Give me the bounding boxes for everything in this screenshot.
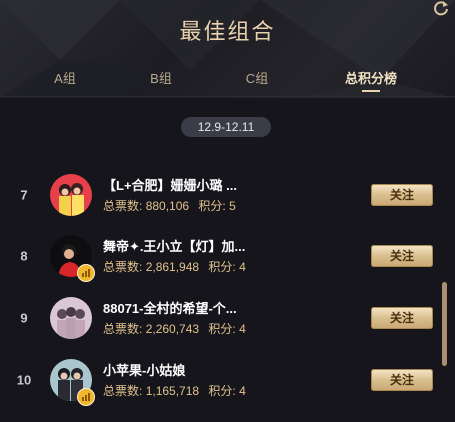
points-label: 积分:	[208, 322, 236, 336]
points-value: 5	[229, 199, 236, 213]
follow-button[interactable]: 关注	[371, 307, 433, 329]
user-name[interactable]: 88071-全村的希望-个...	[103, 298, 273, 317]
user-name[interactable]: 小苹果-小姑娘	[103, 360, 273, 379]
user-name[interactable]: 舞帝✦.王小立【灯】加...	[103, 236, 273, 255]
active-tab-indicator	[362, 90, 380, 92]
votes-label: 总票数:	[103, 199, 143, 213]
votes-label: 总票数:	[103, 322, 143, 336]
votes-value: 1,165,718	[145, 384, 200, 398]
avatar[interactable]	[50, 174, 92, 216]
header: 最佳组合 A组 B组 C组 总积分榜	[0, 0, 455, 98]
leaderboard-row: 8 舞帝✦.王小立【灯】加... 总票数: 2,861,948 积分: 4 关注	[0, 226, 445, 286]
votes-label: 总票数:	[103, 260, 143, 274]
points-value: 4	[239, 322, 246, 336]
tab-group-a[interactable]: A组	[54, 68, 76, 87]
votes-label: 总票数:	[103, 384, 143, 398]
points-label: 积分:	[208, 384, 236, 398]
follow-button[interactable]: 关注	[371, 184, 433, 206]
level-badge-icon	[77, 388, 95, 406]
user-stats: 总票数: 2,260,743 积分: 4	[103, 320, 246, 337]
scrollbar-thumb[interactable]	[442, 282, 447, 366]
tab-group-c[interactable]: C组	[246, 68, 268, 87]
rank-number: 10	[16, 372, 32, 388]
rank-number: 8	[20, 248, 28, 264]
leaderboard-row: 7 【L+合肥】姗姗小璐 ... 总票数: 880,106 积分: 5 关注	[0, 165, 445, 225]
user-stats: 总票数: 880,106 积分: 5	[103, 197, 236, 214]
leaderboard-row: 9 88071-全村的希望-个... 总票数: 2,260,743 积分: 4 …	[0, 288, 445, 348]
tab-bar: A组 B组 C组 总积分榜	[0, 64, 455, 94]
refresh-icon[interactable]	[433, 0, 449, 16]
points-label: 积分:	[198, 199, 226, 213]
votes-value: 2,861,948	[145, 260, 200, 274]
votes-value: 2,260,743	[145, 322, 200, 336]
leaderboard-row: 10 小苹果-小姑娘 总票数: 1,165,718 积分: 4 关注	[0, 350, 445, 410]
votes-value: 880,106	[145, 199, 190, 213]
page-title: 最佳组合	[179, 19, 276, 44]
header-divider	[0, 96, 455, 97]
tab-total-points[interactable]: 总积分榜	[345, 68, 397, 87]
tab-group-b[interactable]: B组	[150, 68, 172, 87]
follow-button[interactable]: 关注	[371, 245, 433, 267]
user-stats: 总票数: 2,861,948 积分: 4	[103, 258, 246, 275]
avatar-image	[50, 297, 92, 339]
points-value: 4	[239, 384, 246, 398]
date-range-badge: 12.9-12.11	[181, 117, 271, 137]
rank-number: 7	[20, 187, 28, 203]
user-name[interactable]: 【L+合肥】姗姗小璐 ...	[103, 175, 273, 194]
rank-number: 9	[20, 310, 28, 326]
level-badge-icon	[77, 264, 95, 282]
avatar[interactable]	[50, 297, 92, 339]
user-stats: 总票数: 1,165,718 积分: 4	[103, 382, 246, 399]
avatar-image	[50, 174, 92, 216]
follow-button[interactable]: 关注	[371, 369, 433, 391]
points-value: 4	[239, 260, 246, 274]
points-label: 积分:	[208, 260, 236, 274]
